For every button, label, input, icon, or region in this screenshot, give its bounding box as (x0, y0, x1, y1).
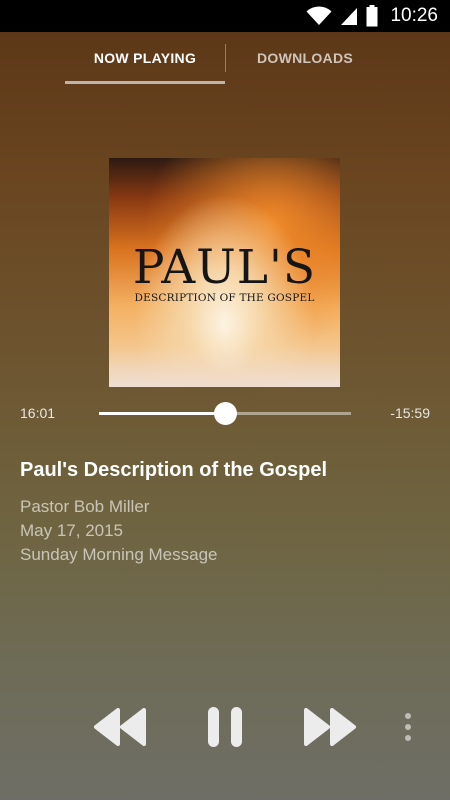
tab-now-playing[interactable]: NOW PLAYING (65, 32, 225, 84)
status-time: 10:26 (390, 5, 438, 26)
wifi-icon (306, 6, 332, 25)
battery-icon (366, 5, 378, 27)
tab-bar: NOW PLAYING DOWNLOADS (0, 32, 450, 84)
seek-bar[interactable] (99, 402, 351, 425)
cell-signal-icon (341, 8, 358, 25)
more-vert-icon[interactable] (402, 712, 414, 742)
track-speaker: Pastor Bob Miller (20, 497, 150, 516)
status-bar: 10:26 (0, 0, 450, 32)
elapsed-time: 16:01 (20, 405, 56, 421)
album-artwork: PAUL'S DESCRIPTION OF THE GOSPEL (109, 158, 340, 387)
seek-bar-progress (99, 412, 225, 415)
track-title: Paul's Description of the Gospel (20, 459, 328, 481)
pause-icon[interactable] (206, 705, 244, 749)
artwork-title: PAUL'S (132, 240, 317, 295)
artwork-subtitle: DESCRIPTION OF THE GOSPEL (134, 292, 315, 304)
remaining-time: -15:59 (390, 405, 430, 421)
fast-forward-icon[interactable] (302, 708, 358, 746)
seek-bar-thumb[interactable] (214, 402, 237, 425)
rewind-icon[interactable] (92, 708, 148, 746)
track-date: May 17, 2015 (20, 521, 124, 540)
tab-downloads[interactable]: DOWNLOADS (226, 32, 384, 84)
track-series: Sunday Morning Message (20, 545, 218, 564)
